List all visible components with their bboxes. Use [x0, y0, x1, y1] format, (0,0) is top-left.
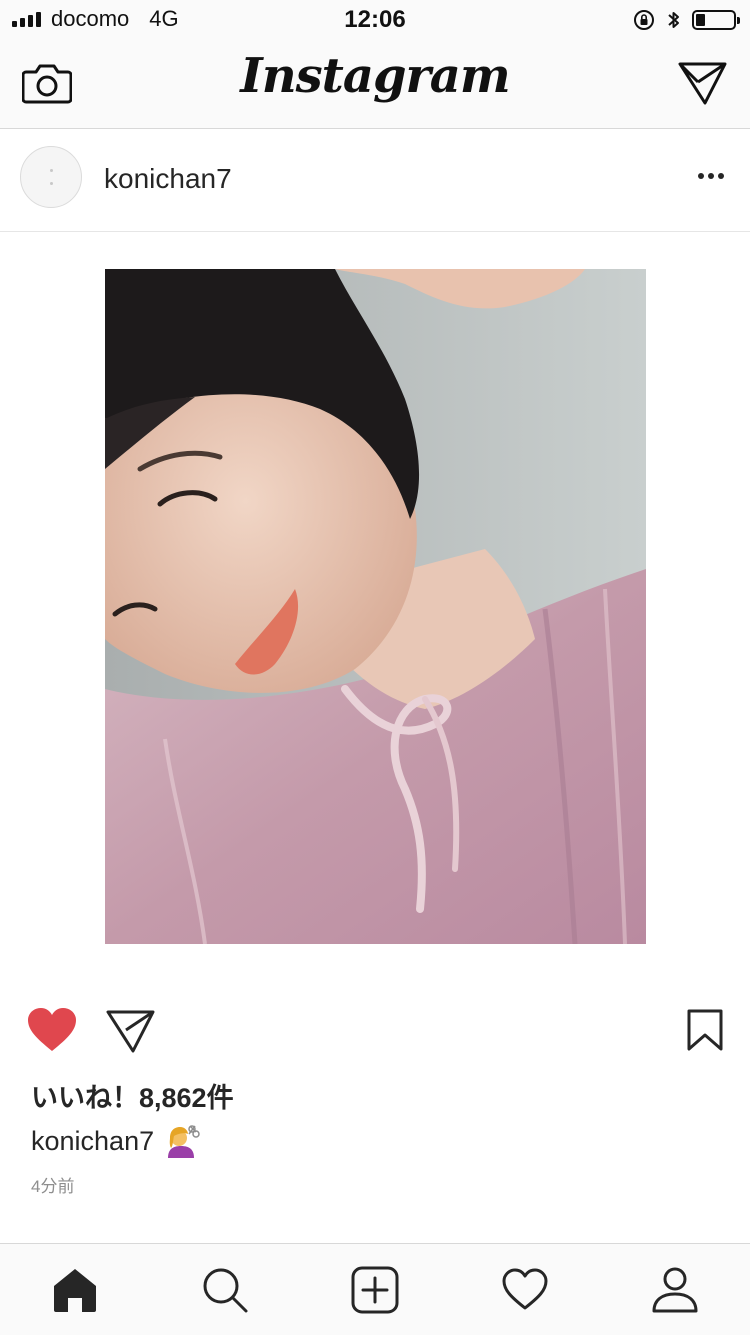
status-right [632, 8, 740, 32]
heart-filled-icon [28, 1008, 76, 1051]
app-header: Instagram [0, 40, 750, 129]
like-button[interactable] [26, 1006, 78, 1059]
post-actions [0, 1000, 750, 1066]
post-caption: konichan7 [31, 1122, 200, 1160]
paper-plane-icon [678, 62, 727, 105]
bluetooth-icon [668, 12, 679, 28]
more-options-icon[interactable] [698, 173, 724, 179]
post-timestamp: 4分前 [31, 1177, 75, 1196]
like-count[interactable]: いいね！8,862件 [31, 1076, 234, 1115]
battery-icon [692, 10, 740, 30]
home-icon [54, 1269, 96, 1312]
post-header: konichan7 [0, 129, 750, 232]
orientation-lock-icon [634, 10, 654, 30]
share-button[interactable] [106, 1008, 156, 1059]
bottom-tab-bar [0, 1243, 750, 1335]
avatar[interactable] [20, 146, 82, 208]
woman-getting-haircut-emoji [162, 1122, 200, 1160]
direct-message-button[interactable] [678, 60, 728, 111]
tab-activity[interactable] [501, 1266, 549, 1314]
search-icon [203, 1268, 248, 1313]
person-icon [652, 1267, 698, 1313]
post-username[interactable]: konichan7 [104, 163, 232, 195]
post-photo[interactable] [105, 269, 646, 944]
tab-new-post[interactable] [351, 1266, 399, 1314]
paper-plane-icon [106, 1010, 155, 1053]
instagram-logo: Instagram [240, 48, 510, 104]
bookmark-icon [687, 1009, 723, 1051]
tab-search[interactable] [201, 1266, 249, 1314]
tab-profile[interactable] [651, 1266, 699, 1314]
portrait-illustration [105, 269, 646, 944]
tab-home[interactable] [51, 1266, 99, 1314]
save-button[interactable] [686, 1008, 724, 1057]
caption-username[interactable]: konichan7 [31, 1126, 154, 1157]
status-bar: docomo 4G 12:06 [0, 0, 750, 40]
plus-square-icon [351, 1266, 399, 1314]
heart-outline-icon [502, 1268, 548, 1310]
